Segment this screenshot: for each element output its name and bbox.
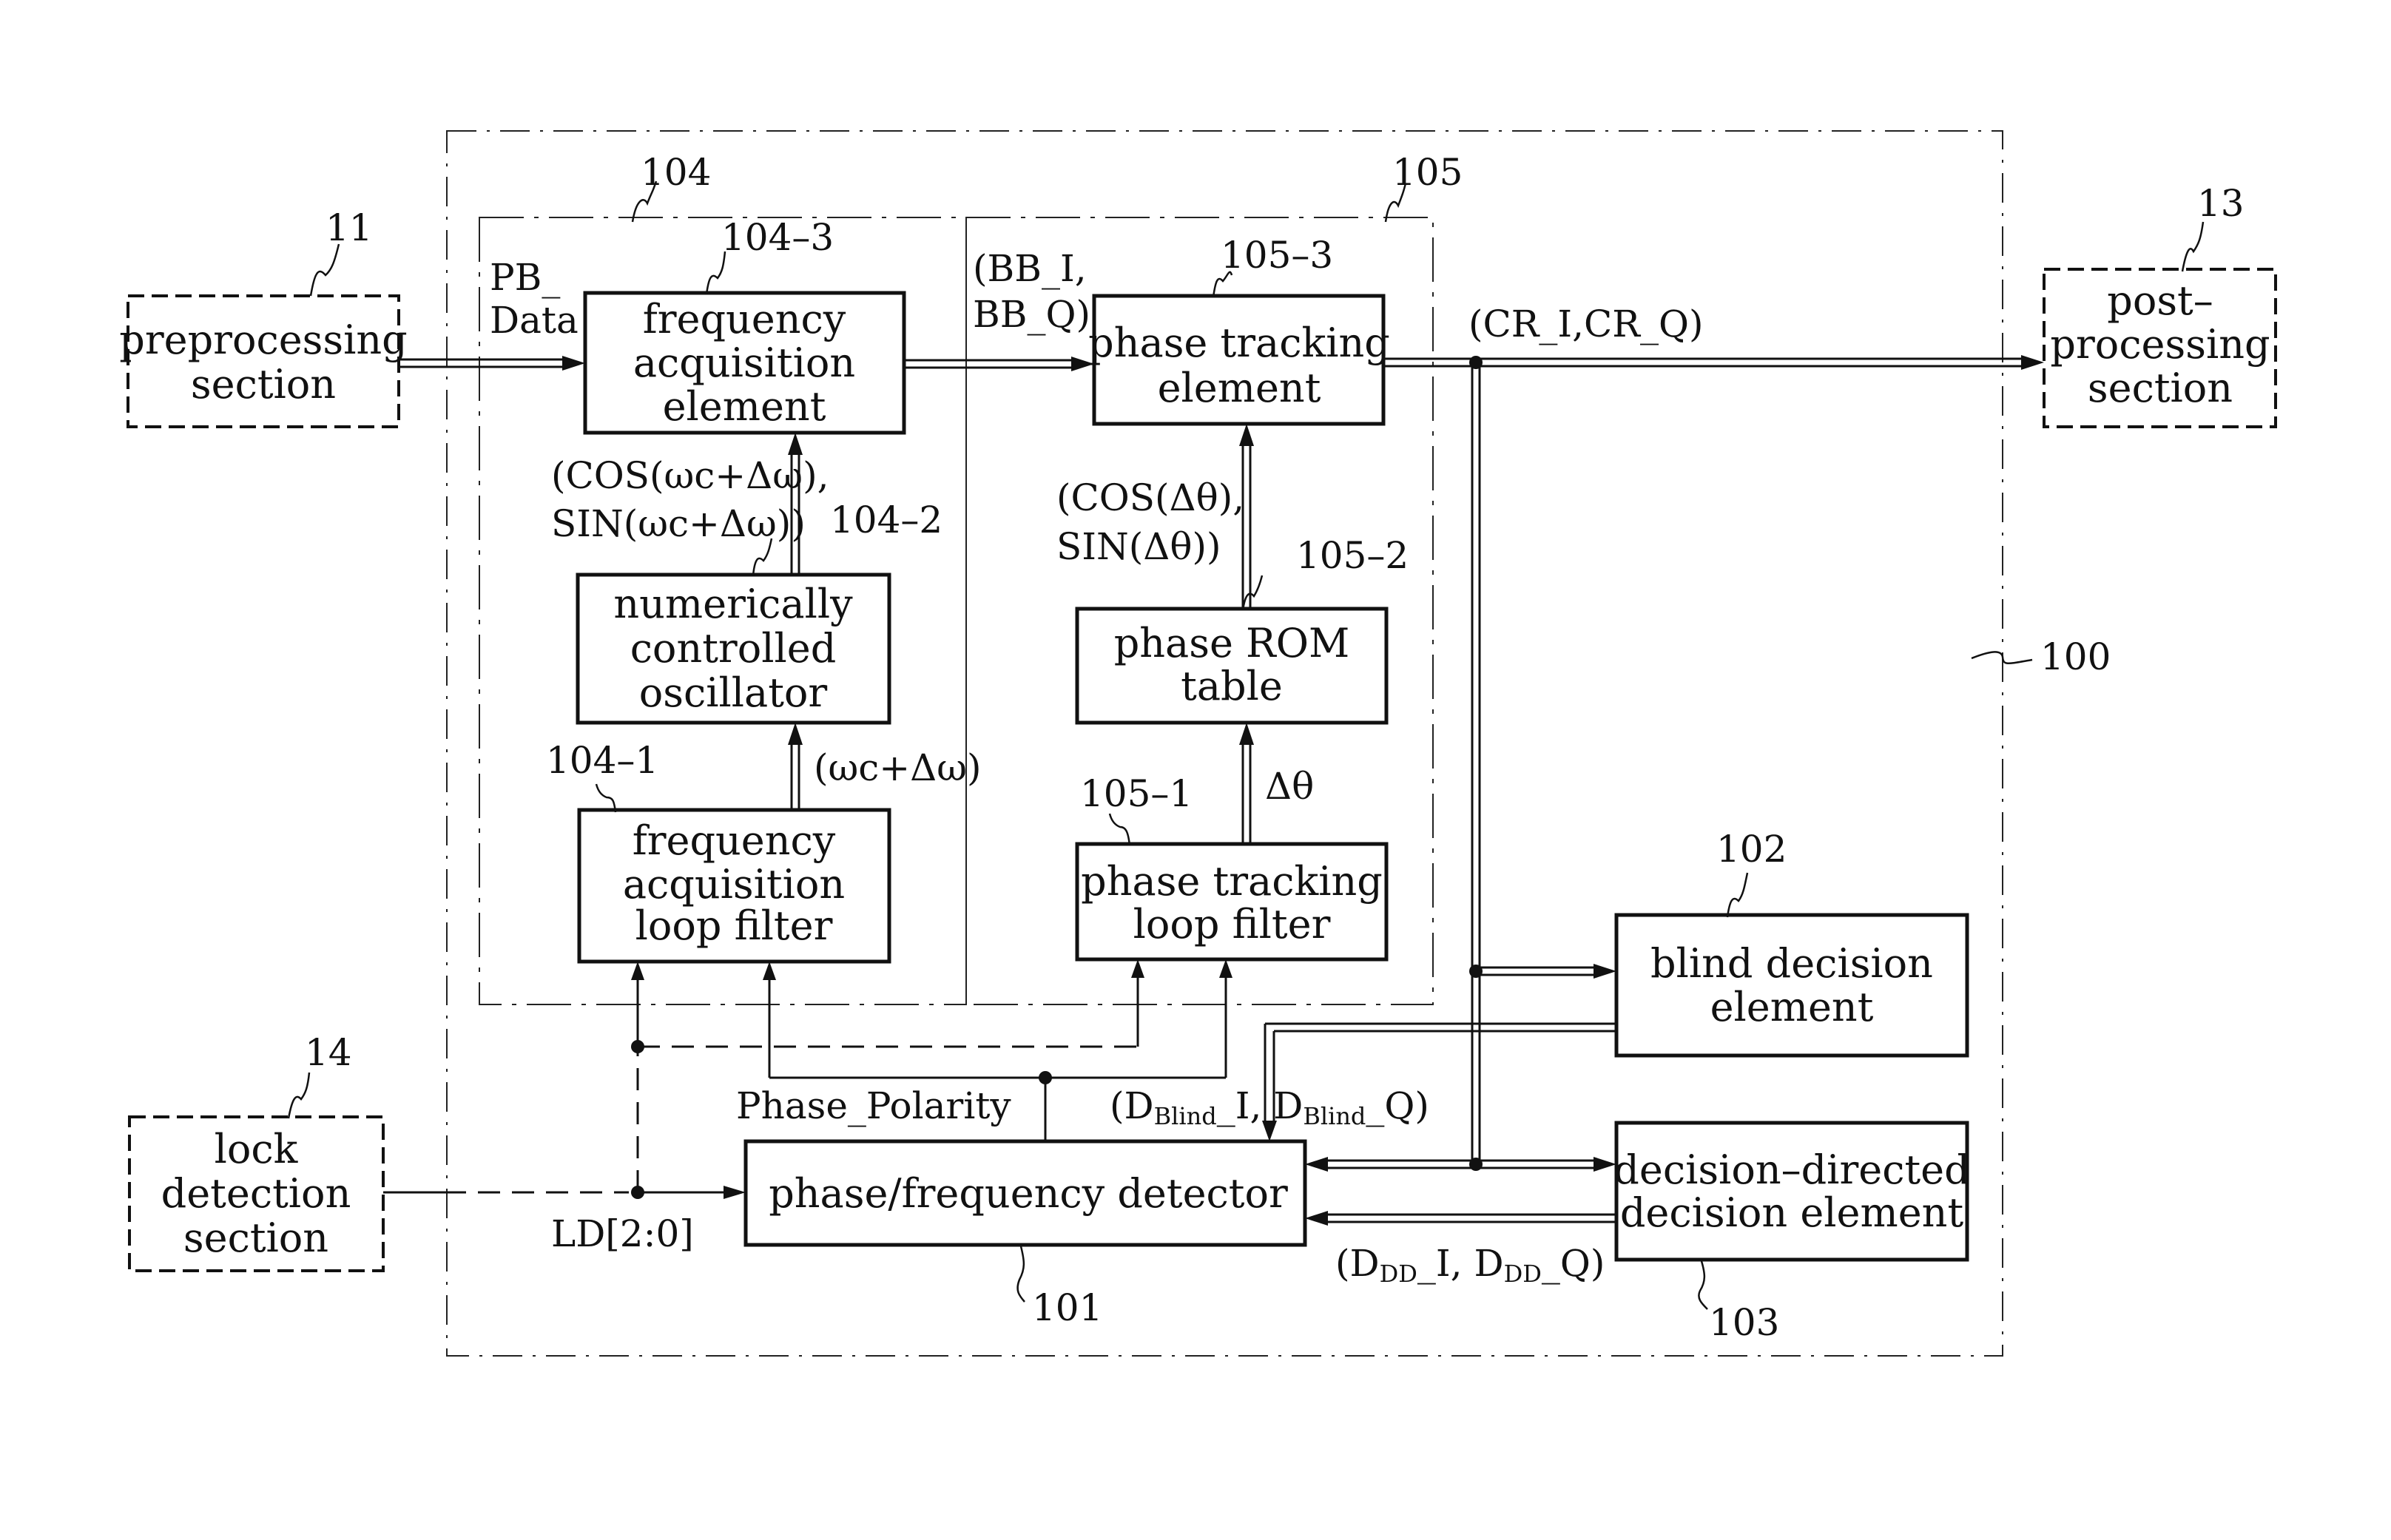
d-dd-sub2: DD	[1504, 1260, 1542, 1288]
nco-in-label: (ωc+Δω)	[814, 746, 982, 789]
ref-101: 101	[1032, 1286, 1102, 1329]
preprocessing-label-line1: preprocessing	[119, 317, 407, 363]
nco-out-label-line2: SIN(ωc+Δω))	[551, 502, 806, 545]
postprocessing-label-line1: post–	[2107, 277, 2213, 324]
bb-label-line1: (BB_I,	[973, 247, 1087, 290]
blind-label-line2: element	[1710, 984, 1874, 1030]
frequency-group-ref: 104	[631, 151, 711, 223]
falf-label-line2: acquisition	[623, 861, 845, 908]
bb-label-line2: BB_Q)	[973, 293, 1090, 336]
pfd-label: phase/frequency detector	[769, 1170, 1288, 1217]
d-blind-label: (DBlind_I, DBlind_Q)	[1110, 1084, 1429, 1130]
baseband-bus	[904, 357, 1094, 371]
ref-105-1: 105–1	[1080, 772, 1193, 815]
ref-100: 100	[2040, 635, 2111, 678]
preprocessing-section: preprocessing section 11	[119, 206, 408, 428]
phase-tracking-loop-filter: phase tracking loop filter 105–1	[1075, 772, 1389, 962]
lock-detection-section: lock detection section 14	[128, 1031, 385, 1272]
fae-label-line3: element	[663, 383, 826, 430]
d-dd-close: _Q)	[1542, 1242, 1605, 1285]
cr-label: (CR_I,CR_Q)	[1468, 303, 1703, 345]
system-ref-100: 100	[1971, 635, 2111, 678]
d-dd-label: (DDD_I, DDD_Q)	[1335, 1242, 1605, 1288]
lock-detection-label-line1: lock	[215, 1126, 299, 1172]
preprocessing-label-line2: section	[191, 361, 336, 408]
nco-label-line3: oscillator	[639, 669, 828, 716]
rom-label-line1: phase ROM	[1114, 620, 1350, 666]
nco-label-line2: controlled	[630, 625, 837, 672]
lock-detection-label-line3: section	[183, 1215, 328, 1261]
pte-label-line2: element	[1158, 365, 1321, 411]
phase-tracking-element: phase tracking element 105–3	[1088, 234, 1390, 426]
ref-104-1: 104–1	[546, 739, 658, 782]
ld-label: LD[2:0]	[551, 1212, 694, 1255]
ref-13: 13	[2197, 182, 2245, 225]
ptlf-label-line1: phase tracking	[1081, 858, 1383, 905]
ref-102: 102	[1716, 828, 1787, 871]
dd-decision-bus	[1305, 1211, 1616, 1226]
falf-label-line1: frequency	[633, 817, 836, 864]
postprocessing-label-line2: processing	[2050, 321, 2270, 368]
nco-label-line1: numerically	[613, 581, 853, 627]
phase-polarity-label: Phase_Polarity	[736, 1084, 1011, 1127]
lock-detection-label-line2: detection	[161, 1170, 351, 1217]
dd-label-line2: decision element	[1620, 1189, 1964, 1236]
rom-out-label-line2: SIN(Δθ))	[1056, 525, 1221, 568]
d-blind-close: _Q)	[1366, 1084, 1429, 1127]
nco-input-bus	[788, 723, 803, 810]
falf-label-line3: loop filter	[635, 902, 833, 949]
frequency-acquisition-element: frequency acquisition element 104–3	[583, 216, 906, 435]
delta-theta-label: Δθ	[1265, 765, 1314, 808]
rom-label-line2: table	[1181, 663, 1283, 709]
ref-104: 104	[641, 151, 711, 194]
ref-103: 103	[1709, 1301, 1779, 1344]
postprocessing-label-line3: section	[2088, 365, 2233, 411]
fae-label-line1: frequency	[643, 296, 846, 342]
d-blind-sub1: Blind	[1154, 1102, 1217, 1130]
phase-frequency-detector: phase/frequency detector 101	[743, 1139, 1307, 1329]
d-blind-sub2: Blind	[1303, 1102, 1366, 1130]
decision-directed-element: decision–directed decision element 103	[1613, 1121, 1970, 1344]
delta-theta-bus	[1239, 723, 1254, 844]
ptlf-label-line2: loop filter	[1133, 901, 1331, 948]
ref-104-2: 104–2	[830, 499, 942, 541]
blind-decision-element: blind decision element 102	[1614, 828, 1969, 1058]
nco-out-label-line1: (COS(ωc+Δω),	[551, 454, 829, 497]
ref-105: 105	[1392, 151, 1463, 194]
pb-data-label-line2: Data	[490, 299, 579, 342]
postprocessing-section: post– processing section 13	[2043, 182, 2277, 428]
d-blind-mid: _I, D	[1217, 1084, 1304, 1127]
ref-105-2: 105–2	[1296, 534, 1409, 577]
d-dd-mid: _I, D	[1417, 1242, 1504, 1285]
fae-label-line2: acquisition	[633, 340, 855, 386]
rom-out-label-line1: (COS(Δθ),	[1056, 476, 1244, 519]
dd-label-line1: decision–directed	[1613, 1146, 1969, 1193]
ref-105-3: 105–3	[1221, 234, 1333, 277]
block-diagram: 100 104 105 preprocessing section 11 pos…	[119, 130, 2277, 1357]
blind-label-line1: blind decision	[1650, 940, 1933, 987]
pb-data-bus	[399, 356, 585, 371]
d-dd-open: (D	[1335, 1242, 1380, 1285]
d-dd-sub1: DD	[1380, 1260, 1417, 1288]
pb-data-label-line1: PB_	[490, 256, 560, 299]
ref-104-3: 104–3	[721, 216, 834, 259]
pte-label-line1: phase tracking	[1088, 320, 1390, 366]
ref-11: 11	[326, 206, 373, 249]
ref-14: 14	[305, 1031, 352, 1074]
d-blind-open: (D	[1110, 1084, 1154, 1127]
phase-group-ref: 105	[1384, 151, 1463, 223]
